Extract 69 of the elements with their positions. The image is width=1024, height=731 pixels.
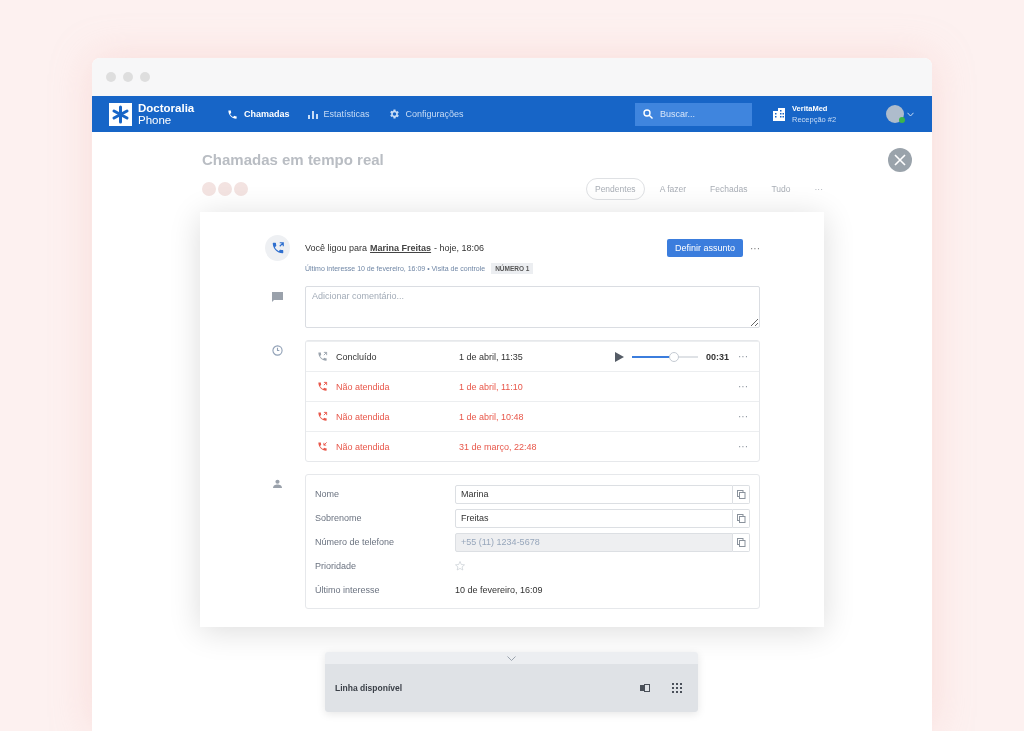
page-title: Chamadas em tempo real	[202, 151, 385, 168]
chevron-down-icon	[507, 655, 516, 661]
call-date: 1 de abril, 11:35	[459, 351, 523, 362]
search-icon	[643, 109, 653, 119]
call-time: - hoje, 18:06	[434, 243, 485, 253]
copy-button[interactable]	[733, 532, 750, 552]
clock-icon	[272, 345, 283, 356]
more-button[interactable]: ···	[738, 411, 748, 422]
chevron-down-icon[interactable]	[907, 111, 914, 117]
nav-tab[interactable]: Configurações	[387, 108, 464, 120]
copy-icon	[736, 489, 746, 499]
call-date: 31 de março, 22:48	[459, 441, 537, 452]
outgoing-call-icon	[265, 235, 290, 261]
avatar-icon	[202, 182, 216, 196]
person-icon	[273, 479, 282, 488]
building-icon	[772, 107, 786, 121]
set-subject-button[interactable]: Definir assunto	[666, 239, 743, 257]
more-button[interactable]: ···	[750, 242, 760, 254]
logo-icon	[109, 102, 132, 126]
copy-button[interactable]	[733, 508, 750, 528]
avatar-icon	[218, 182, 232, 196]
copy-icon	[736, 513, 746, 523]
bar-chart-icon	[307, 109, 318, 119]
contact-link[interactable]: Marina Freitas	[370, 243, 432, 253]
line-status: Linha disponível	[335, 683, 403, 693]
avatar-icon	[234, 182, 248, 196]
call-status: Não atendida	[336, 411, 391, 422]
nav-tab[interactable]: Estatísticas	[307, 108, 370, 120]
settings-icon	[387, 108, 400, 120]
nav-tab[interactable]: Chamadas	[227, 108, 290, 120]
filter-tab[interactable]: A fazer	[650, 178, 696, 200]
transfer-icon[interactable]	[640, 684, 650, 692]
close-icon	[893, 153, 907, 167]
copy-icon	[736, 537, 746, 547]
call-date: 1 de abril, 10:48	[459, 411, 524, 422]
field-value: 10 de fevereiro, 16:09	[455, 585, 543, 595]
audio-duration: 00:31	[705, 351, 729, 362]
field-label: Último interesse	[315, 585, 381, 595]
copy-button[interactable]	[733, 484, 750, 504]
more-button[interactable]: ···	[738, 351, 748, 362]
comment-field[interactable]: Adicionar comentário...	[305, 286, 760, 328]
call-prefix: Você ligou para	[305, 243, 368, 253]
user-avatar[interactable]	[886, 105, 904, 123]
text-field[interactable]: Freitas	[455, 508, 733, 528]
star-icon[interactable]	[455, 561, 465, 571]
call-date: 1 de abril, 11:10	[459, 381, 523, 392]
play-icon[interactable]	[614, 351, 624, 362]
comment-icon	[272, 292, 283, 302]
field-label: Nome	[315, 489, 340, 499]
search-field[interactable]: Buscar...	[635, 102, 752, 126]
expand-toggle[interactable]	[325, 652, 698, 664]
more-button[interactable]: ···	[738, 381, 748, 392]
phone-icon	[227, 108, 238, 120]
filter-tab[interactable]: Tudo	[762, 178, 800, 200]
filter-tab[interactable]: ···	[805, 178, 832, 200]
slider-thumb[interactable]	[668, 351, 679, 362]
brand-subtitle: Phone	[138, 114, 173, 126]
field-label: Sobrenome	[315, 513, 363, 523]
call-status: Concluído	[336, 351, 378, 362]
close-button[interactable]	[888, 148, 912, 172]
call-status: Não atendida	[336, 381, 391, 392]
field-label: Número de telefone	[315, 537, 396, 547]
call-status: Não atendida	[336, 441, 391, 452]
filter-tab[interactable]: Fechadas	[701, 178, 757, 200]
more-button[interactable]: ···	[738, 441, 748, 452]
field-label: Prioridade	[315, 561, 358, 571]
brand-name: Doctoralia	[138, 102, 195, 114]
text-field[interactable]: Marina	[455, 484, 733, 504]
keypad-icon[interactable]	[672, 683, 682, 693]
